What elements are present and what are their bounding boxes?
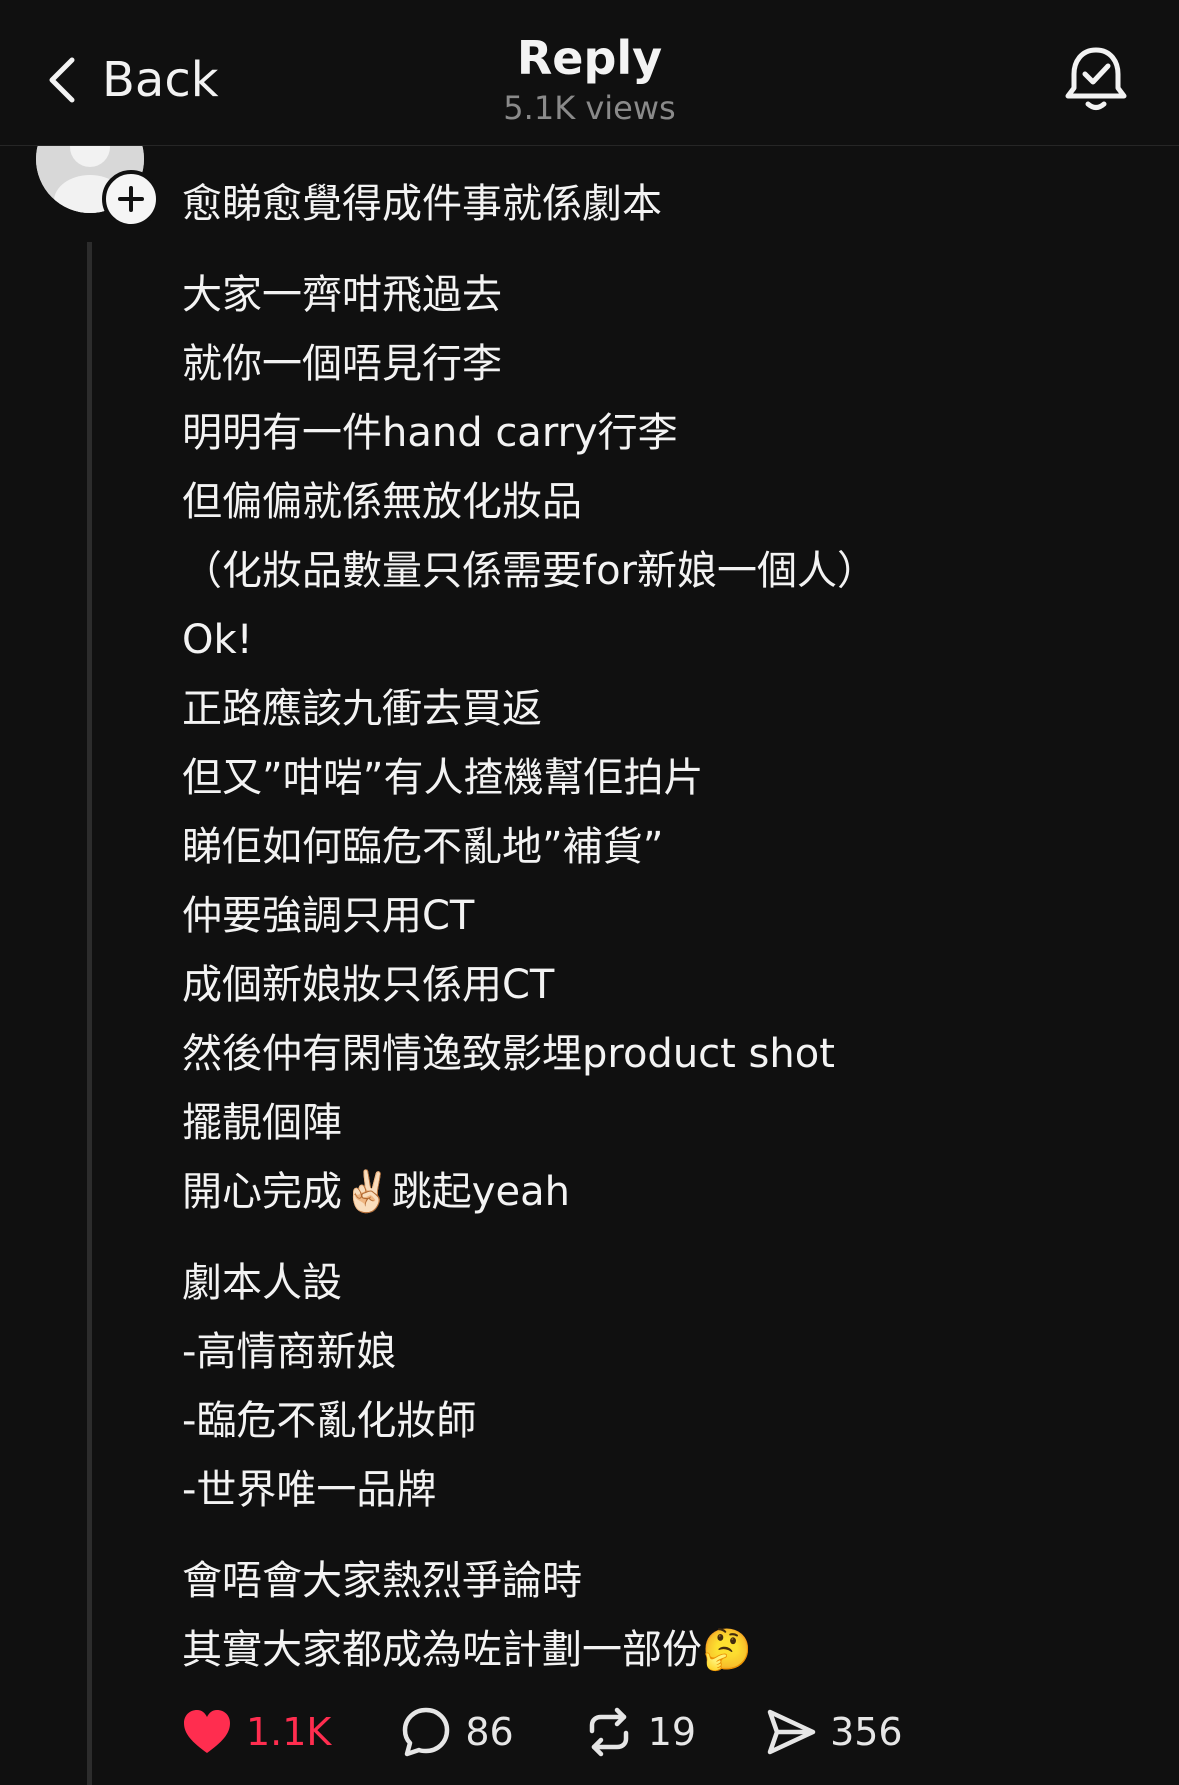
page-title: Reply [516,31,663,85]
title-block: Reply 5.1K views [0,28,1179,128]
post-line: 劇本人設 [182,1260,342,1306]
post-line: 睇佢如何臨危不亂地”補貨” [182,824,664,870]
post-line: -高情商新娘 [182,1329,397,1375]
post-line: -臨危不亂化妝師 [182,1398,477,1444]
post-line: 明明有一件hand carry行李 [182,410,678,456]
share-count: 356 [830,1710,903,1754]
post-line: 但又”咁啱”有人揸機幫佢拍片 [182,755,704,801]
post-line: 仲要強調只用CT [182,893,475,939]
repost-button[interactable]: 19 [582,1705,696,1759]
send-icon [767,1709,816,1755]
like-count: 1.1K [246,1710,332,1754]
post-line: 然後仲有閑情逸致影埋product shot [182,1031,835,1077]
post-line: -世界唯一品牌 [182,1467,437,1513]
post-line: 愈睇愈覺得成件事就係劇本 [182,181,662,227]
post-line: Ok! [182,617,253,663]
post-line: 大家一齊咁飛過去 [182,272,502,318]
top-bar: Back Reply 5.1K views [0,0,1179,146]
repost-count: 19 [647,1710,697,1754]
post-line: 但偏偏就係無放化妝品 [182,479,582,525]
bell-check-icon[interactable] [1063,44,1129,114]
thread-line [87,242,92,1785]
post-line: 正路應該九衝去買返 [182,686,542,732]
repost-icon [589,1707,628,1757]
action-bar: 1.1K 86 19 356 [180,1700,971,1764]
post-line: 成個新娘妝只係用CT [182,962,555,1008]
post-line: 擺靚個陣 [182,1100,342,1146]
follow-button[interactable] [102,170,160,228]
comment-bubble-icon [403,1707,450,1757]
post-line: 會唔會大家熱烈爭論時 [182,1558,582,1604]
post-line: 就你一個唔見行李 [182,341,502,387]
heart-filled-icon [184,1710,230,1753]
like-button[interactable]: 1.1K [180,1705,331,1759]
post-line: 其實大家都成為咗計劃一部份🤔 [182,1627,752,1673]
post-line: 開心完成✌🏻跳起yeah [182,1169,570,1215]
share-button[interactable]: 356 [764,1705,903,1759]
comment-count: 86 [465,1710,514,1754]
post-line: （化妝品數量只係需要for新娘一個人） [182,548,877,594]
post-body: 愈睇愈覺得成件事就係劇本 大家一齊咁飛過去 就你一個唔見行李 明明有一件hand… [182,170,1142,1685]
view-count: 5.1K views [503,89,676,127]
plus-icon [118,186,144,212]
comment-button[interactable]: 86 [399,1705,514,1759]
